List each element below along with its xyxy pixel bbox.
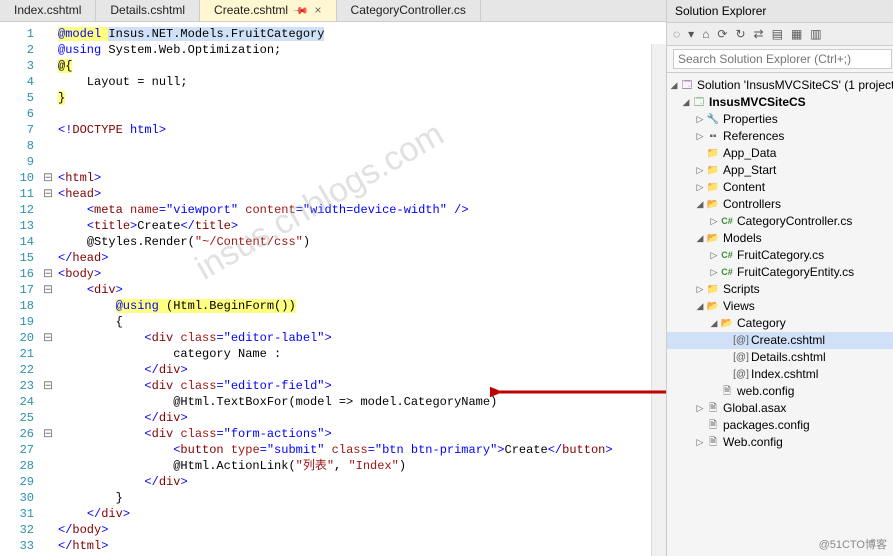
wrench-icon: 🔧 [706, 113, 720, 127]
cs-file-icon: C# [720, 215, 734, 229]
solution-explorer-title: Solution Explorer [667, 0, 893, 23]
node-fruitcategory[interactable]: ▷C#FruitCategory.cs [667, 247, 893, 264]
node-models[interactable]: ◢📂Models [667, 230, 893, 247]
explorer-search [667, 46, 893, 73]
view-file-icon: [@] [734, 368, 748, 382]
show-all-icon[interactable]: ▤ [772, 27, 783, 41]
node-webconfig-views[interactable]: 🗎web.config [667, 383, 893, 400]
folder-icon: 📂 [706, 232, 720, 246]
folder-icon: 📂 [720, 317, 734, 331]
solution-node[interactable]: ◢🗔Solution 'InsusMVCSiteCS' (1 project [667, 77, 893, 94]
node-properties[interactable]: ▷🔧Properties [667, 111, 893, 128]
node-views[interactable]: ◢📂Views [667, 298, 893, 315]
line-number-gutter: 1234567891011121314151617181920212223242… [0, 22, 40, 556]
label-controllers: Controllers [723, 196, 781, 213]
node-index-cshtml[interactable]: [@]Index.cshtml [667, 366, 893, 383]
node-appstart[interactable]: ▷📁App_Start [667, 162, 893, 179]
label-appdata: App_Data [723, 145, 776, 162]
label-views: Views [723, 298, 755, 315]
solution-label: Solution 'InsusMVCSiteCS' (1 project [697, 77, 893, 94]
label-fruitcategory: FruitCategory.cs [737, 247, 824, 264]
label-packages: packages.config [723, 417, 810, 434]
label-fruitcategoryentity: FruitCategoryEntity.cs [737, 264, 854, 281]
scrollbar[interactable] [651, 44, 666, 556]
solution-tree[interactable]: ◢🗔Solution 'InsusMVCSiteCS' (1 project ◢… [667, 73, 893, 556]
credit-text: @51CTO博客 [819, 536, 887, 552]
pin-icon[interactable]: 📌 [292, 3, 309, 20]
refresh-icon[interactable]: ↻ [735, 27, 745, 41]
collapse-icon[interactable]: ⇄ [754, 27, 764, 41]
node-scripts[interactable]: ▷📁Scripts [667, 281, 893, 298]
label-scripts: Scripts [723, 281, 760, 298]
project-icon: 🗔 [692, 96, 706, 110]
editor-pane: Index.cshtml Details.cshtml Create.cshtm… [0, 0, 667, 556]
label-category: Category [737, 315, 786, 332]
config-file-icon: 🗎 [706, 436, 720, 450]
folder-icon: 📁 [706, 181, 720, 195]
node-content[interactable]: ▷📁Content [667, 179, 893, 196]
nav-back-icon[interactable]: ◌ [673, 27, 680, 41]
tab-bar: Index.cshtml Details.cshtml Create.cshtm… [0, 0, 666, 22]
fold-gutter[interactable]: ⊟⊟⊟⊟⊟⊟⊟ [40, 22, 56, 556]
node-controller-file[interactable]: ▷C#CategoryController.cs [667, 213, 893, 230]
node-packages-config[interactable]: 🗎packages.config [667, 417, 893, 434]
tab-controller[interactable]: CategoryController.cs [337, 0, 481, 21]
label-controller-file: CategoryController.cs [737, 213, 852, 230]
view-file-icon: [@] [734, 334, 748, 348]
tab-details[interactable]: Details.cshtml [96, 0, 200, 21]
project-node[interactable]: ◢🗔InsusMVCSiteCS [667, 94, 893, 111]
label-appstart: App_Start [723, 162, 776, 179]
config-file-icon: 🗎 [706, 419, 720, 433]
close-icon[interactable]: × [315, 3, 322, 17]
label-details: Details.cshtml [751, 349, 826, 366]
label-webconfig2: Web.config [723, 434, 783, 451]
explorer-toolbar: ◌ ▾ ⌂ ⟳ ↻ ⇄ ▤ ▦ ▥ [667, 23, 893, 46]
tab-create-label: Create.cshtml [214, 3, 288, 17]
label-models: Models [723, 230, 762, 247]
node-create-cshtml[interactable]: [@]Create.cshtml [667, 332, 893, 349]
cs-file-icon: C# [720, 249, 734, 263]
tab-create[interactable]: Create.cshtml 📌 × [200, 0, 337, 21]
explorer-search-input[interactable] [673, 49, 892, 69]
folder-icon: 📂 [706, 300, 720, 314]
view-file-icon: [@] [734, 351, 748, 365]
node-fruitcategoryentity[interactable]: ▷C#FruitCategoryEntity.cs [667, 264, 893, 281]
sync-icon[interactable]: ⟳ [717, 27, 727, 41]
label-index: Index.cshtml [751, 366, 818, 383]
folder-icon: 📂 [706, 198, 720, 212]
solution-icon: 🗔 [680, 79, 694, 93]
label-create: Create.cshtml [751, 332, 825, 349]
node-controllers[interactable]: ◢📂Controllers [667, 196, 893, 213]
asax-file-icon: 🗎 [706, 402, 720, 416]
code-area[interactable]: @model Insus.NET.Models.FruitCategory@us… [56, 22, 666, 556]
label-references: References [723, 128, 784, 145]
home-icon[interactable]: ⌂ [702, 27, 709, 41]
references-icon: ▪▪ [706, 130, 720, 144]
node-details-cshtml[interactable]: [@]Details.cshtml [667, 349, 893, 366]
node-appdata[interactable]: 📁App_Data [667, 145, 893, 162]
node-category[interactable]: ◢📂Category [667, 315, 893, 332]
properties-icon[interactable]: ▦ [791, 27, 802, 41]
node-references[interactable]: ▷▪▪References [667, 128, 893, 145]
folder-icon: 📁 [706, 164, 720, 178]
cs-file-icon: C# [720, 266, 734, 280]
solution-explorer: Solution Explorer ◌ ▾ ⌂ ⟳ ↻ ⇄ ▤ ▦ ▥ ◢🗔So… [667, 0, 893, 556]
tab-index[interactable]: Index.cshtml [0, 0, 96, 21]
code-editor[interactable]: 1234567891011121314151617181920212223242… [0, 22, 666, 556]
node-webconfig[interactable]: ▷🗎Web.config [667, 434, 893, 451]
node-global-asax[interactable]: ▷🗎Global.asax [667, 400, 893, 417]
project-label: InsusMVCSiteCS [709, 94, 806, 111]
folder-icon: 📁 [706, 283, 720, 297]
folder-icon: 📁 [706, 147, 720, 161]
label-properties: Properties [723, 111, 778, 128]
preview-icon[interactable]: ▥ [810, 27, 821, 41]
config-file-icon: 🗎 [720, 385, 734, 399]
label-webconfig1: web.config [737, 383, 794, 400]
label-content: Content [723, 179, 765, 196]
nav-fwd-icon[interactable]: ▾ [688, 27, 694, 41]
label-global: Global.asax [723, 400, 786, 417]
